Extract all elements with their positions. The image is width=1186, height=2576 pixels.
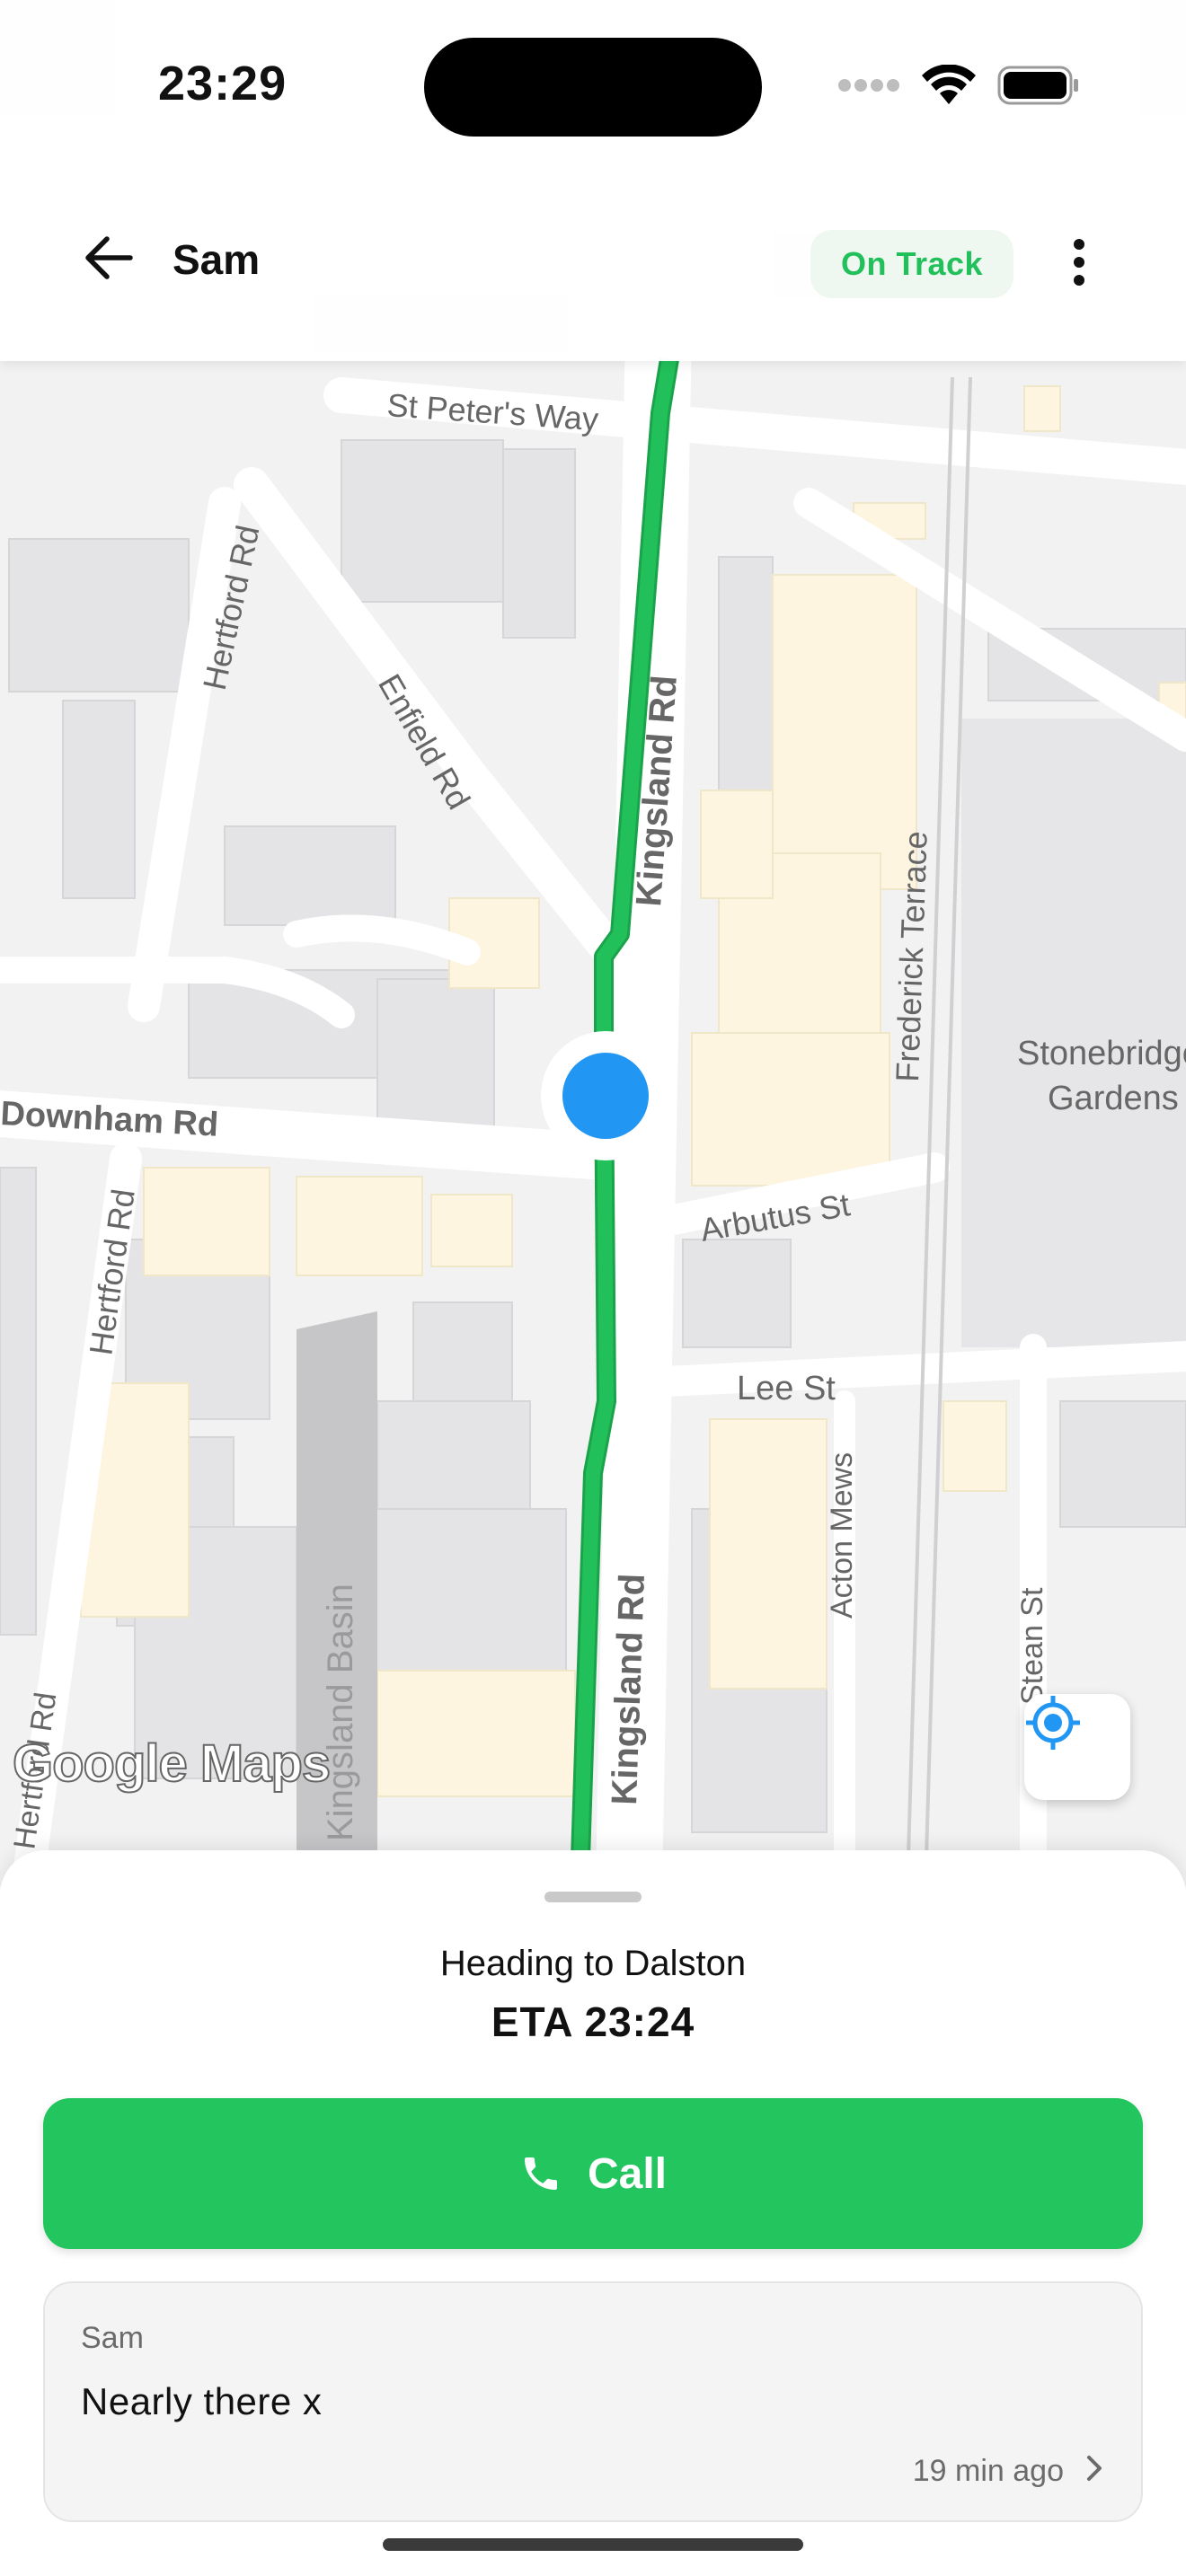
wifi-icon [922, 65, 976, 104]
contact-name: Sam [173, 236, 261, 283]
signal-dots-icon [838, 79, 899, 92]
status-badge: On Track [810, 230, 1013, 298]
location-dot[interactable] [562, 1053, 649, 1139]
back-button[interactable] [77, 226, 140, 289]
status-bar: 23:29 [0, 0, 1186, 171]
status-icons [837, 65, 1080, 106]
label-st-peters-way: St Peter's Way [385, 386, 599, 437]
trip-bottom-sheet[interactable]: Heading to Dalston ETA 23:24 Call Sam Ne… [0, 1850, 1186, 2576]
destination-heading: Heading to Dalston [439, 1944, 747, 1983]
status-time: 23:29 [158, 57, 288, 110]
label-stean-st: Stean St [1015, 1587, 1049, 1705]
more-options-button[interactable] [1048, 226, 1111, 298]
chevron-right-icon [1087, 2456, 1102, 2481]
my-location-icon [1026, 1696, 1080, 1750]
label-frederick-terrace: Frederick Terrace [889, 831, 934, 1083]
call-button-label: Call [587, 2149, 668, 2198]
arrow-back-icon [85, 236, 133, 279]
more-vert-icon [1074, 239, 1084, 286]
eta-label: ETA 23:24 [491, 1998, 695, 2045]
phone-icon [524, 2157, 557, 2190]
label-stonebridge-2: Gardens [1048, 1080, 1179, 1117]
dynamic-island [424, 38, 762, 137]
message-time: 19 min ago [912, 2454, 1064, 2488]
label-acton-mews: Acton Mews [825, 1452, 859, 1619]
label-kingsland-basin: Kingsland Basin [321, 1584, 360, 1841]
label-lee-st: Lee St [737, 1370, 836, 1407]
call-button[interactable]: Call [43, 2098, 1143, 2249]
sheet-drag-handle[interactable] [544, 1892, 642, 1902]
park-area [961, 719, 1186, 1347]
label-stonebridge-1: Stonebridge [1017, 1035, 1186, 1072]
top-app-bar: Sam On Track [0, 171, 1186, 361]
google-maps-attribution: Google Maps [12, 1734, 332, 1794]
locate-me-button[interactable] [1024, 1694, 1130, 1800]
message-text: Nearly there x [81, 2380, 323, 2422]
label-kingsland-rd-2: Kingsland Rd [605, 1573, 652, 1805]
home-indicator [383, 2538, 803, 2551]
latest-message-card[interactable]: Sam Nearly there x 19 min ago [43, 2281, 1143, 2522]
message-sender: Sam [81, 2321, 144, 2355]
battery-icon [997, 66, 1078, 105]
